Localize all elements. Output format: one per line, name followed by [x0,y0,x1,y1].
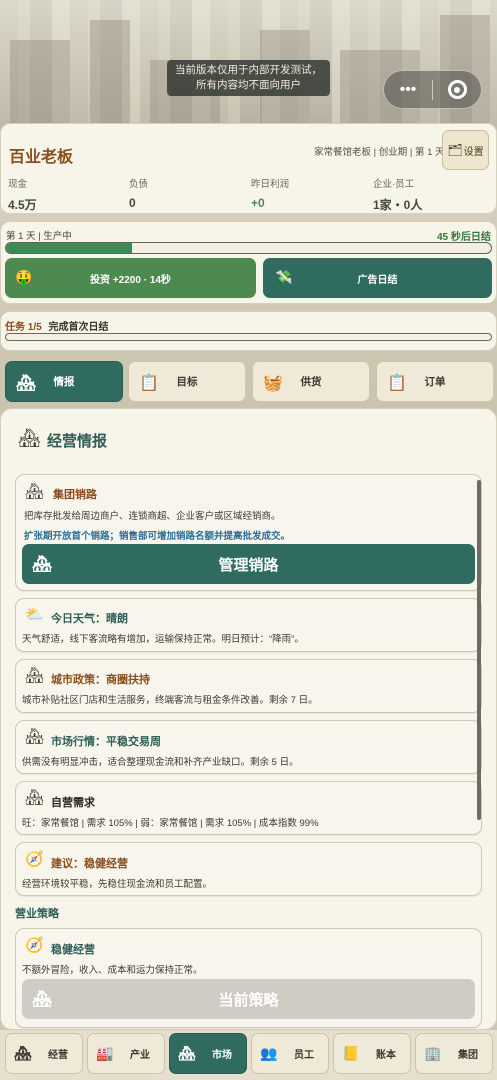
nav-industry[interactable]: 🏭 产业 [87,1033,165,1074]
stat-cash: 现金 4.5万 [8,176,37,213]
company-stats-card: 百业老板 [0,123,497,214]
day-status: 第 1 天 | 生产中 [6,231,72,242]
building-icon: 🏘 [32,556,53,573]
stat-debt: 负债 0 [129,176,148,210]
dev-notice: 当前版本仅用于内部开发测试， 所有内容均不面向用户 [167,60,330,96]
task-label: 任务 1/5 完成首次日结 [5,318,108,333]
close-mini-program-button[interactable] [433,71,481,108]
more-icon: ••• [399,80,417,98]
progress-fill [6,243,133,253]
strategy-desc: 不额外冒险，收入、成本和运力保持正常。 [22,965,203,976]
game-title: 百业老板 [9,149,74,166]
money-icon: 💸 [275,269,293,285]
policy-desc: 城市补贴社区门店和生活服务，终端客流与租金条件改善。剩余 7 日。 [22,695,318,706]
tab-goals[interactable]: 📋 目标 [128,361,246,402]
stat-company-staff: 企业·员工 1家・0人 [373,176,422,213]
channel-note: 扩张期开放首个销路；销售部可增加销路名额并提高批发成交。 [24,531,291,542]
nav-label: 市场 [212,1050,232,1061]
demand-desc: 旺：家常餐馆 | 需求 105% | 弱：家常餐馆 | 需求 105% | 成本… [22,818,319,829]
nav-ledger[interactable]: 📒 账本 [333,1033,411,1074]
clipboard-icon: 📋 [387,375,407,392]
building-icon: 🏘 [14,1045,32,1061]
staff-icon: 👥 [260,1045,278,1061]
current-strategy-label: 当前策略 [218,991,279,1009]
channel-title: 集团销路 [53,489,97,501]
tab-orders[interactable]: 📋 订单 [376,361,494,402]
ad-label: 广告日结 [357,274,398,286]
tab-intel[interactable]: 🏘 情报 [5,361,123,402]
weather-icon: ⛅ [25,606,44,623]
strategy-title: 稳健经营 [51,944,95,956]
stat-label: 负债 [129,179,149,190]
clipboard-icon: 📋 [139,375,159,392]
more-menu-button[interactable]: ••• [384,71,432,108]
stat-value: 1家・0人 [373,198,423,212]
nav-label: 经营 [48,1050,68,1061]
notice-line-1: 当前版本仅用于内部开发测试， [175,64,322,76]
manage-channels-label: 管理销路 [218,556,279,574]
demand-title: 自营需求 [51,797,95,809]
factory-icon: 🏭 [96,1045,114,1061]
settlement-countdown: 45 秒后日结 [437,232,491,243]
ad-settle-button[interactable]: 💸 广告日结 [263,258,492,298]
nav-staff[interactable]: 👥 员工 [251,1033,329,1074]
task-name: 完成首次日结 [48,322,109,333]
scrollbar[interactable] [477,480,481,820]
market-desc: 供需没有明显冲击，适合整理现金流和补齐产业缺口。剩余 5 日。 [22,757,299,768]
building-icon: 🏘 [25,728,45,745]
advice-desc: 经营环境较平稳，先稳住现金流和员工配置。 [22,879,213,890]
settings-icon: 🗂 [447,143,463,157]
ledger-icon: 📒 [342,1045,360,1061]
compass-icon: 🧭 [25,851,44,868]
task-count: 任务 1/5 [5,322,42,333]
role-info: 家常餐馆老板 | 创业期 | 第 1 天 [314,147,445,158]
market-icon: 🏘 [178,1045,196,1061]
manage-channels-button[interactable]: 🏘 管理销路 [22,544,475,584]
mini-program-capsule: ••• [383,70,482,109]
market-title: 市场行情：平稳交易周 [51,736,161,748]
stat-label: 现金 [8,179,28,190]
nav-label: 员工 [294,1050,314,1061]
tower-icon: 🏢 [424,1045,442,1061]
nav-label: 集团 [458,1050,478,1061]
building-icon: 🏘 [18,428,41,448]
nav-label: 产业 [130,1050,150,1061]
weather-desc: 天气舒适，线下客流略有增加，运输保持正常。明日预计：“降雨”。 [22,634,304,645]
channel-desc: 把库存批发给周边商户、连锁商超、企业客户或区域经销商。 [24,511,281,522]
compass-icon: 🧭 [25,937,44,954]
advice-title: 建议：稳健经营 [51,858,128,870]
stat-value: 4.5万 [8,198,37,212]
nav-label: 账本 [376,1050,396,1061]
strategy-heading: 营业策略 [15,908,59,920]
nav-group[interactable]: 🏢 集团 [415,1033,493,1074]
target-icon [447,80,467,99]
invest-label: 投资 +2200 · 14秒 [90,274,171,286]
nav-operations[interactable]: 🏘 经营 [5,1033,83,1074]
current-strategy-button: 🏘 当前策略 [22,979,475,1019]
section-title: 经营情报 [47,433,108,450]
crate-icon: 🧺 [263,375,283,392]
stat-label: 昨日利润 [251,179,290,190]
building-icon: 🏘 [16,375,37,392]
policy-title: 城市政策：商圈扶持 [51,674,150,686]
nav-market[interactable]: 🏘 市场 [169,1033,247,1074]
stat-profit: 昨日利润 +0 [251,176,289,210]
building-icon: 🏘 [32,991,53,1008]
stat-value: +0 [251,196,265,210]
production-progress-bar [5,242,492,254]
settings-button[interactable]: 🗂 设置 [442,130,489,170]
weather-title: 今日天气：晴朗 [51,613,128,625]
invest-button[interactable]: 🤑 投资 +2200 · 14秒 [5,258,256,298]
building-icon: 🏘 [25,483,45,500]
building-icon: 🏘 [25,789,45,806]
stat-label: 企业·员工 [373,179,415,190]
building-icon: 🏘 [25,667,45,684]
coin-person-icon: 🤑 [15,269,33,285]
tab-supply[interactable]: 🧺 供货 [252,361,370,402]
stat-value: 0 [129,196,136,210]
notice-line-2: 所有内容均不面向用户 [196,79,301,91]
task-progress-bar [5,333,492,341]
settings-label: 设置 [463,146,484,158]
